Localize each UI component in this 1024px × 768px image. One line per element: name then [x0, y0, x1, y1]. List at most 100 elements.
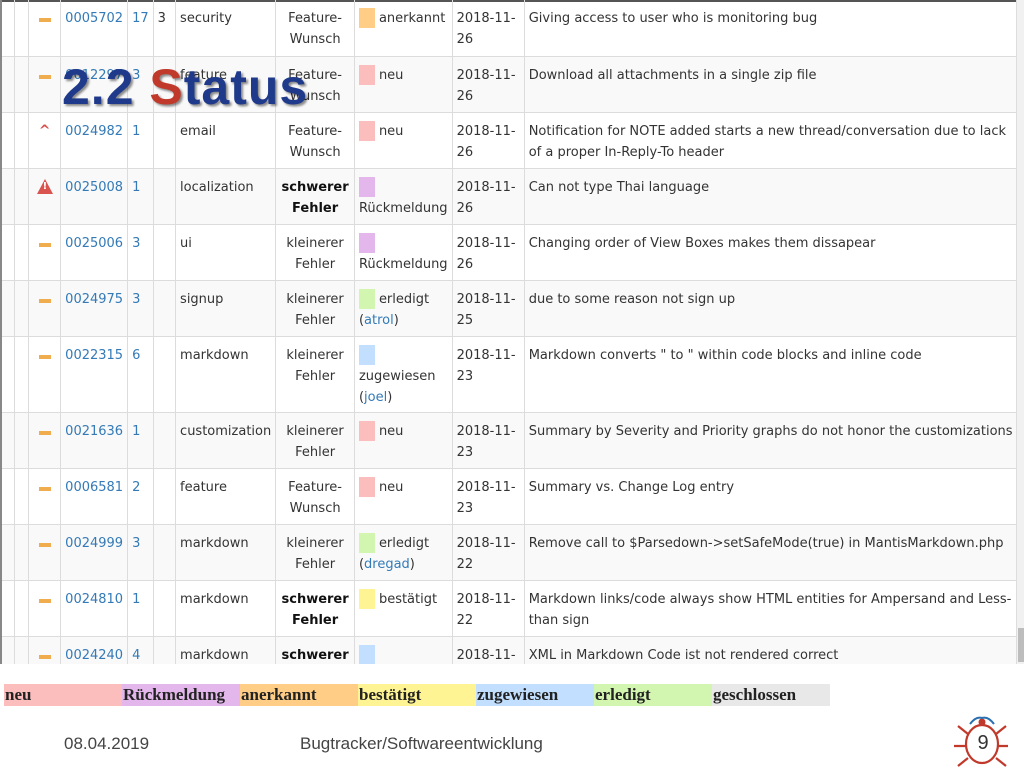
issue-id-link[interactable]: 0025006 — [65, 236, 123, 251]
legend-item: Rückmeldung — [122, 684, 240, 706]
notes-count-link[interactable]: 2 — [132, 480, 140, 495]
category-cell: feature — [175, 468, 277, 525]
row-edit-cell[interactable] — [14, 56, 29, 113]
row-select-cell[interactable] — [2, 468, 15, 525]
row-select-cell[interactable] — [2, 336, 15, 413]
severity-line-1: schwerer — [281, 647, 349, 663]
issue-id-link[interactable]: 0021636 — [65, 424, 123, 439]
row-select-cell[interactable] — [2, 580, 15, 637]
table-row[interactable]: 0021636 1 customization kleinerer Fehler neu 2… — [2, 412, 1024, 469]
row-edit-cell[interactable] — [14, 580, 29, 637]
row-select-cell[interactable] — [2, 56, 15, 113]
notes-count-link[interactable]: 6 — [132, 348, 140, 363]
severity-line-1: Feature- — [288, 123, 342, 139]
row-edit-cell[interactable] — [14, 336, 29, 413]
page-number: 9 — [977, 732, 989, 754]
table-row[interactable]: ! 0025008 1 localization schwerer Fehler Rückm… — [2, 168, 1024, 225]
table-row[interactable]: 0024240 4 markdownschwerer 2018-11-22XML in… — [2, 636, 1024, 664]
row-edit-cell[interactable] — [14, 0, 29, 57]
assignee-link[interactable]: dregad — [364, 557, 410, 572]
issue-id-link[interactable]: 0005702 — [65, 11, 123, 26]
status-color-swatch — [358, 64, 375, 85]
priority-cell — [28, 280, 62, 337]
legend-item: zugewiesen — [476, 684, 594, 706]
row-select-cell[interactable] — [2, 168, 15, 225]
row-select-cell[interactable] — [2, 636, 15, 664]
assignee-link[interactable]: joel — [364, 390, 387, 405]
status-color-swatch — [358, 476, 375, 497]
notes-count-link[interactable]: 3 — [132, 236, 140, 251]
priority-normal-icon — [38, 242, 51, 247]
row-edit-cell[interactable] — [14, 636, 29, 664]
severity-cell: Feature- Wunsch — [275, 112, 355, 169]
notes-count-link[interactable]: 3 — [132, 292, 140, 307]
assignee-link[interactable]: atrol — [364, 313, 394, 328]
issue-id-link[interactable]: 0024999 — [65, 536, 123, 551]
table-row[interactable]: 0025006 3 ui kleinerer Fehler Rückmeldung 2018… — [2, 224, 1024, 281]
issue-id-link[interactable]: 0022315 — [65, 348, 123, 363]
scrollbar-thumb[interactable] — [1018, 628, 1024, 662]
issue-id-cell: 0025008 — [60, 168, 129, 225]
row-select-cell[interactable] — [2, 524, 15, 581]
severity-line-1: kleinerer — [286, 291, 344, 307]
severity-cell: kleinerer Fehler — [275, 336, 355, 413]
table-row[interactable]: 0024999 3 markdown kleinerer Fehler erledigt(… — [2, 524, 1024, 581]
updated-date-cell: 2018-11-26 — [452, 168, 525, 225]
row-select-cell[interactable] — [2, 224, 15, 281]
row-edit-cell[interactable] — [14, 168, 29, 225]
row-edit-cell[interactable] — [14, 224, 29, 281]
footer-title: Bugtracker/Softwareentwicklung — [300, 734, 543, 753]
status-color-swatch — [358, 344, 375, 365]
title-prefix: 2.2 — [62, 59, 150, 115]
row-select-cell[interactable] — [2, 112, 15, 169]
vertical-scrollbar[interactable] — [1016, 0, 1024, 664]
row-edit-cell[interactable] — [14, 468, 29, 525]
priority-cell — [28, 56, 62, 113]
issue-id-link[interactable]: 0024240 — [65, 648, 123, 663]
table-row[interactable]: 0022315 6 markdown kleinerer Fehler zugewiese… — [2, 336, 1024, 413]
issue-id-link[interactable]: 0006581 — [65, 480, 123, 495]
footer-date: 08.04.2019 — [64, 734, 150, 753]
priority-cell — [28, 636, 62, 664]
severity-cell: schwerer Fehler — [275, 168, 355, 225]
notes-count-link[interactable]: 4 — [132, 648, 140, 663]
notes-count-link[interactable]: 1 — [132, 424, 140, 439]
priority-cell: ^ — [28, 112, 62, 169]
row-edit-cell[interactable] — [14, 280, 29, 337]
table-row[interactable]: 0024810 1 markdown schwerer Fehler bestätigt 2… — [2, 580, 1024, 637]
row-edit-cell[interactable] — [14, 412, 29, 469]
notes-count-link[interactable]: 1 — [132, 180, 140, 195]
row-select-cell[interactable] — [2, 280, 15, 337]
row-select-cell[interactable] — [2, 0, 15, 57]
issue-id-link[interactable]: 0024975 — [65, 292, 123, 307]
severity-line-2: Wunsch — [289, 32, 341, 47]
row-edit-cell[interactable] — [14, 524, 29, 581]
notes-count-link[interactable]: 1 — [132, 592, 140, 607]
updated-date-cell: 2018-11-26 — [452, 0, 525, 57]
table-row[interactable]: ^ 0024982 1 email Feature- Wunsch neu 2018-11-2… — [2, 112, 1024, 169]
updated-date-cell: 2018-11-25 — [452, 280, 525, 337]
table-row[interactable]: 0024975 3 signup kleinerer Fehler erledigt (at… — [2, 280, 1024, 337]
summary-cell: Changing order of View Boxes makes them … — [524, 224, 1024, 281]
priority-high-icon: ^ — [38, 122, 51, 139]
title-rest: tatus — [183, 59, 309, 115]
issue-id-link[interactable]: 0024810 — [65, 592, 123, 607]
issue-id-link[interactable]: 0024982 — [65, 124, 123, 139]
updated-date-cell: 2018-11-22 — [452, 524, 525, 581]
notes-count-link[interactable]: 3 — [132, 536, 140, 551]
attachments-count-link[interactable]: 3 — [158, 11, 166, 26]
row-edit-cell[interactable] — [14, 112, 29, 169]
slide-title: 2.2 Status — [62, 58, 308, 116]
severity-line-2: Wunsch — [289, 144, 341, 160]
row-select-cell[interactable] — [2, 412, 15, 469]
issue-id-cell: 0024999 — [60, 524, 129, 581]
summary-cell: due to some reason not sign up — [524, 280, 1024, 337]
priority-normal-icon — [38, 74, 51, 79]
notes-count-link[interactable]: 1 — [132, 124, 140, 139]
updated-date-cell: 2018-11-26 — [452, 112, 525, 169]
table-row[interactable]: 0006581 2 feature Feature- Wunsch neu 2018-11-… — [2, 468, 1024, 525]
severity-line-1: kleinerer — [286, 235, 344, 251]
table-row[interactable]: 0005702 17 3 security Feature- Wunsch anerkann… — [2, 0, 1024, 57]
notes-count-link[interactable]: 17 — [132, 11, 149, 26]
issue-id-link[interactable]: 0025008 — [65, 180, 123, 195]
